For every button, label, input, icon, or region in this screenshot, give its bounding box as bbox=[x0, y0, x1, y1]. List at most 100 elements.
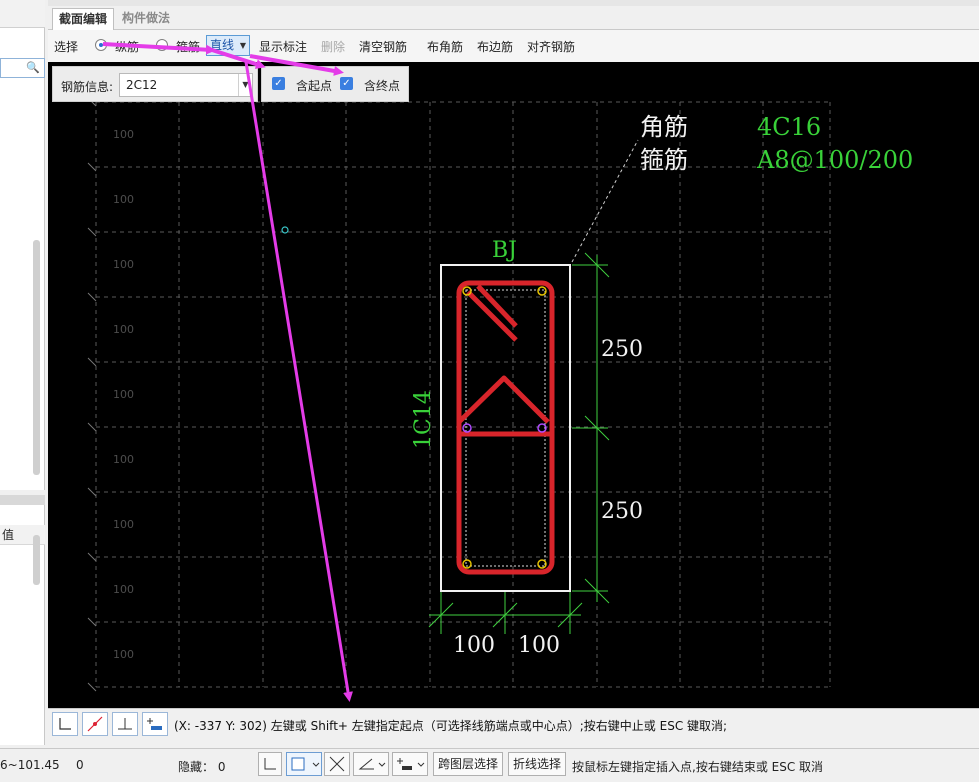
rebar-info-bar: 钢筋信息: 2C12 ▼ bbox=[52, 66, 258, 102]
grid-label: 100 bbox=[113, 648, 134, 661]
status-hint: 按鼠标左键指定插入点,按右键结束或 ESC 取消 bbox=[572, 760, 824, 774]
delete-button[interactable]: 删除 bbox=[321, 38, 345, 55]
include-end-checkbox[interactable]: ✓ bbox=[340, 77, 353, 90]
search-icon[interactable]: 🔍 bbox=[26, 61, 40, 74]
grid-tick bbox=[87, 682, 97, 692]
leader-line bbox=[571, 139, 639, 263]
chevron-down-icon[interactable]: ▼ bbox=[238, 74, 252, 96]
object-snap-dropdown[interactable] bbox=[286, 752, 322, 776]
include-end-label[interactable]: 含终点 bbox=[364, 77, 400, 94]
cross-layer-select-button[interactable]: 跨图层选择 bbox=[433, 752, 504, 776]
rebar-info-value: 2C12 bbox=[126, 78, 158, 92]
grid-tick bbox=[87, 292, 97, 302]
grid-label: 100 bbox=[113, 323, 134, 336]
snap-box-icon bbox=[291, 757, 320, 771]
corner-rebar-button[interactable]: 布角筋 bbox=[427, 38, 463, 55]
property-panel-scrollbar[interactable] bbox=[33, 535, 40, 585]
offset-button[interactable] bbox=[142, 712, 168, 736]
grid-label: 100 bbox=[113, 193, 134, 206]
dim-v2-label: 250 bbox=[601, 499, 643, 524]
command-prompt: (X: -337 Y: 302) 左键或 Shift+ 左键指定起点（可选择线筋… bbox=[174, 719, 728, 733]
grid-tick bbox=[87, 227, 97, 237]
rebar-edge bbox=[462, 423, 472, 433]
polyline-select-button[interactable]: 折线选择 bbox=[508, 752, 567, 776]
stirrup-title: 箍筋 bbox=[640, 146, 688, 174]
toolbar: 选择 纵筋 箍筋 直线 ▼ 显示标注 删除 清空钢筋 布角筋 布边筋 对齐钢筋 bbox=[48, 30, 979, 62]
longitudinal-radio[interactable] bbox=[95, 39, 107, 51]
perpendicular-icon bbox=[118, 718, 132, 730]
cursor-marker bbox=[281, 226, 289, 234]
tab-bar: 截面编辑 构件做法 bbox=[48, 0, 979, 30]
offset-dropdown[interactable] bbox=[392, 752, 428, 776]
edge-rebar-button[interactable]: 布边筋 bbox=[477, 38, 513, 55]
command-bar: (X: -337 Y: 302) 左键或 Shift+ 左键指定起点（可选择线筋… bbox=[48, 708, 979, 738]
ortho-toggle[interactable] bbox=[258, 752, 282, 776]
grid-label: 100 bbox=[113, 388, 134, 401]
diamond-tie bbox=[457, 375, 550, 424]
grid-tick bbox=[87, 617, 97, 627]
select-button[interactable]: 选择 bbox=[54, 38, 78, 55]
section-name: BJ bbox=[492, 238, 517, 263]
corner-rebar-value: 4C16 bbox=[757, 113, 821, 141]
dim-v1-label: 250 bbox=[601, 337, 643, 362]
longitudinal-label[interactable]: 纵筋 bbox=[115, 38, 139, 55]
coordinate-readout: 6~101.45 bbox=[0, 758, 60, 772]
left-panel-scrollbar[interactable] bbox=[33, 240, 40, 475]
chevron-down-icon: ▼ bbox=[239, 41, 246, 50]
drawing-canvas[interactable]: 100 100 100 100 100 100 100 100 100 角筋 4… bbox=[48, 62, 979, 708]
cross-button[interactable] bbox=[324, 752, 350, 776]
rebar-info-input[interactable]: 2C12 ▼ bbox=[119, 73, 253, 97]
angle-icon bbox=[358, 758, 386, 770]
grid-label: 100 bbox=[113, 258, 134, 271]
corner-rebar-title: 角筋 bbox=[640, 113, 688, 141]
snap-line-icon bbox=[87, 716, 103, 732]
dim-h1-label: 100 bbox=[453, 633, 495, 658]
side-rebar-label: 1C14 bbox=[411, 390, 436, 449]
vertical-dimension bbox=[572, 252, 610, 604]
grid-label: 100 bbox=[113, 583, 134, 596]
grid-label: 100 bbox=[113, 518, 134, 531]
app-window: 🔍 值 截面编辑 构件做法 选择 纵筋 箍筋 直线 ▼ 显示标注 删除 清空钢筋… bbox=[0, 0, 979, 782]
line-dropdown[interactable]: 直线 ▼ bbox=[206, 35, 250, 56]
grid-tick bbox=[87, 422, 97, 432]
horizontal-dimension bbox=[428, 592, 583, 634]
snap-button[interactable] bbox=[82, 712, 108, 736]
grid-label: 100 bbox=[113, 128, 134, 141]
section-drawing[interactable]: 100 100 100 100 100 100 100 100 100 角筋 4C16 箍筋 A… bbox=[48, 62, 979, 708]
grid-tick bbox=[87, 357, 97, 367]
property-panel-splitter[interactable] bbox=[0, 495, 45, 505]
grid-tick bbox=[87, 552, 97, 562]
endpoint-options: ✓ 含起点 ✓ 含终点 bbox=[261, 66, 409, 102]
line-dropdown-label: 直线 bbox=[210, 38, 235, 52]
rebar-info-label: 钢筋信息: bbox=[61, 80, 114, 94]
search-input[interactable]: 🔍 bbox=[0, 58, 45, 78]
cross-icon bbox=[329, 756, 345, 772]
tab-section-edit[interactable]: 截面编辑 bbox=[52, 8, 115, 30]
align-rebar-button[interactable]: 对齐钢筋 bbox=[527, 38, 575, 55]
rebar-corner bbox=[462, 559, 472, 569]
angle-dropdown[interactable] bbox=[353, 752, 389, 776]
grid-tick bbox=[87, 162, 97, 172]
status-zero: 0 bbox=[76, 758, 84, 772]
perpendicular-button[interactable] bbox=[112, 712, 138, 736]
grid-labels: 100 100 100 100 100 100 100 100 100 bbox=[113, 128, 134, 661]
stirrup-value: A8@100/200 bbox=[756, 146, 913, 174]
clear-rebar-button[interactable]: 清空钢筋 bbox=[359, 38, 407, 55]
include-start-label[interactable]: 含起点 bbox=[296, 77, 332, 94]
show-label-button[interactable]: 显示标注 bbox=[259, 38, 307, 55]
dim-h2-label: 100 bbox=[518, 633, 560, 658]
grid-label: 100 bbox=[113, 453, 134, 466]
stirrup-label[interactable]: 箍筋 bbox=[176, 38, 200, 55]
include-start-checkbox[interactable]: ✓ bbox=[272, 77, 285, 90]
status-bar: 6~101.45 0 隐藏： 0 跨图层选择 折线选择 按鼠标左键指定插入点,按… bbox=[0, 748, 979, 782]
hidden-count: 隐藏： 0 bbox=[178, 760, 226, 774]
tab-bar-top bbox=[48, 0, 979, 6]
stirrup-radio[interactable] bbox=[156, 39, 168, 51]
offset-icon bbox=[147, 718, 162, 730]
left-tree-panel: 🔍 bbox=[0, 0, 45, 490]
ortho-icon bbox=[59, 718, 71, 730]
left-panel-header bbox=[0, 0, 45, 28]
tab-component-method[interactable]: 构件做法 bbox=[116, 8, 176, 30]
ortho-button[interactable] bbox=[52, 712, 78, 736]
offset-icon bbox=[397, 758, 425, 770]
